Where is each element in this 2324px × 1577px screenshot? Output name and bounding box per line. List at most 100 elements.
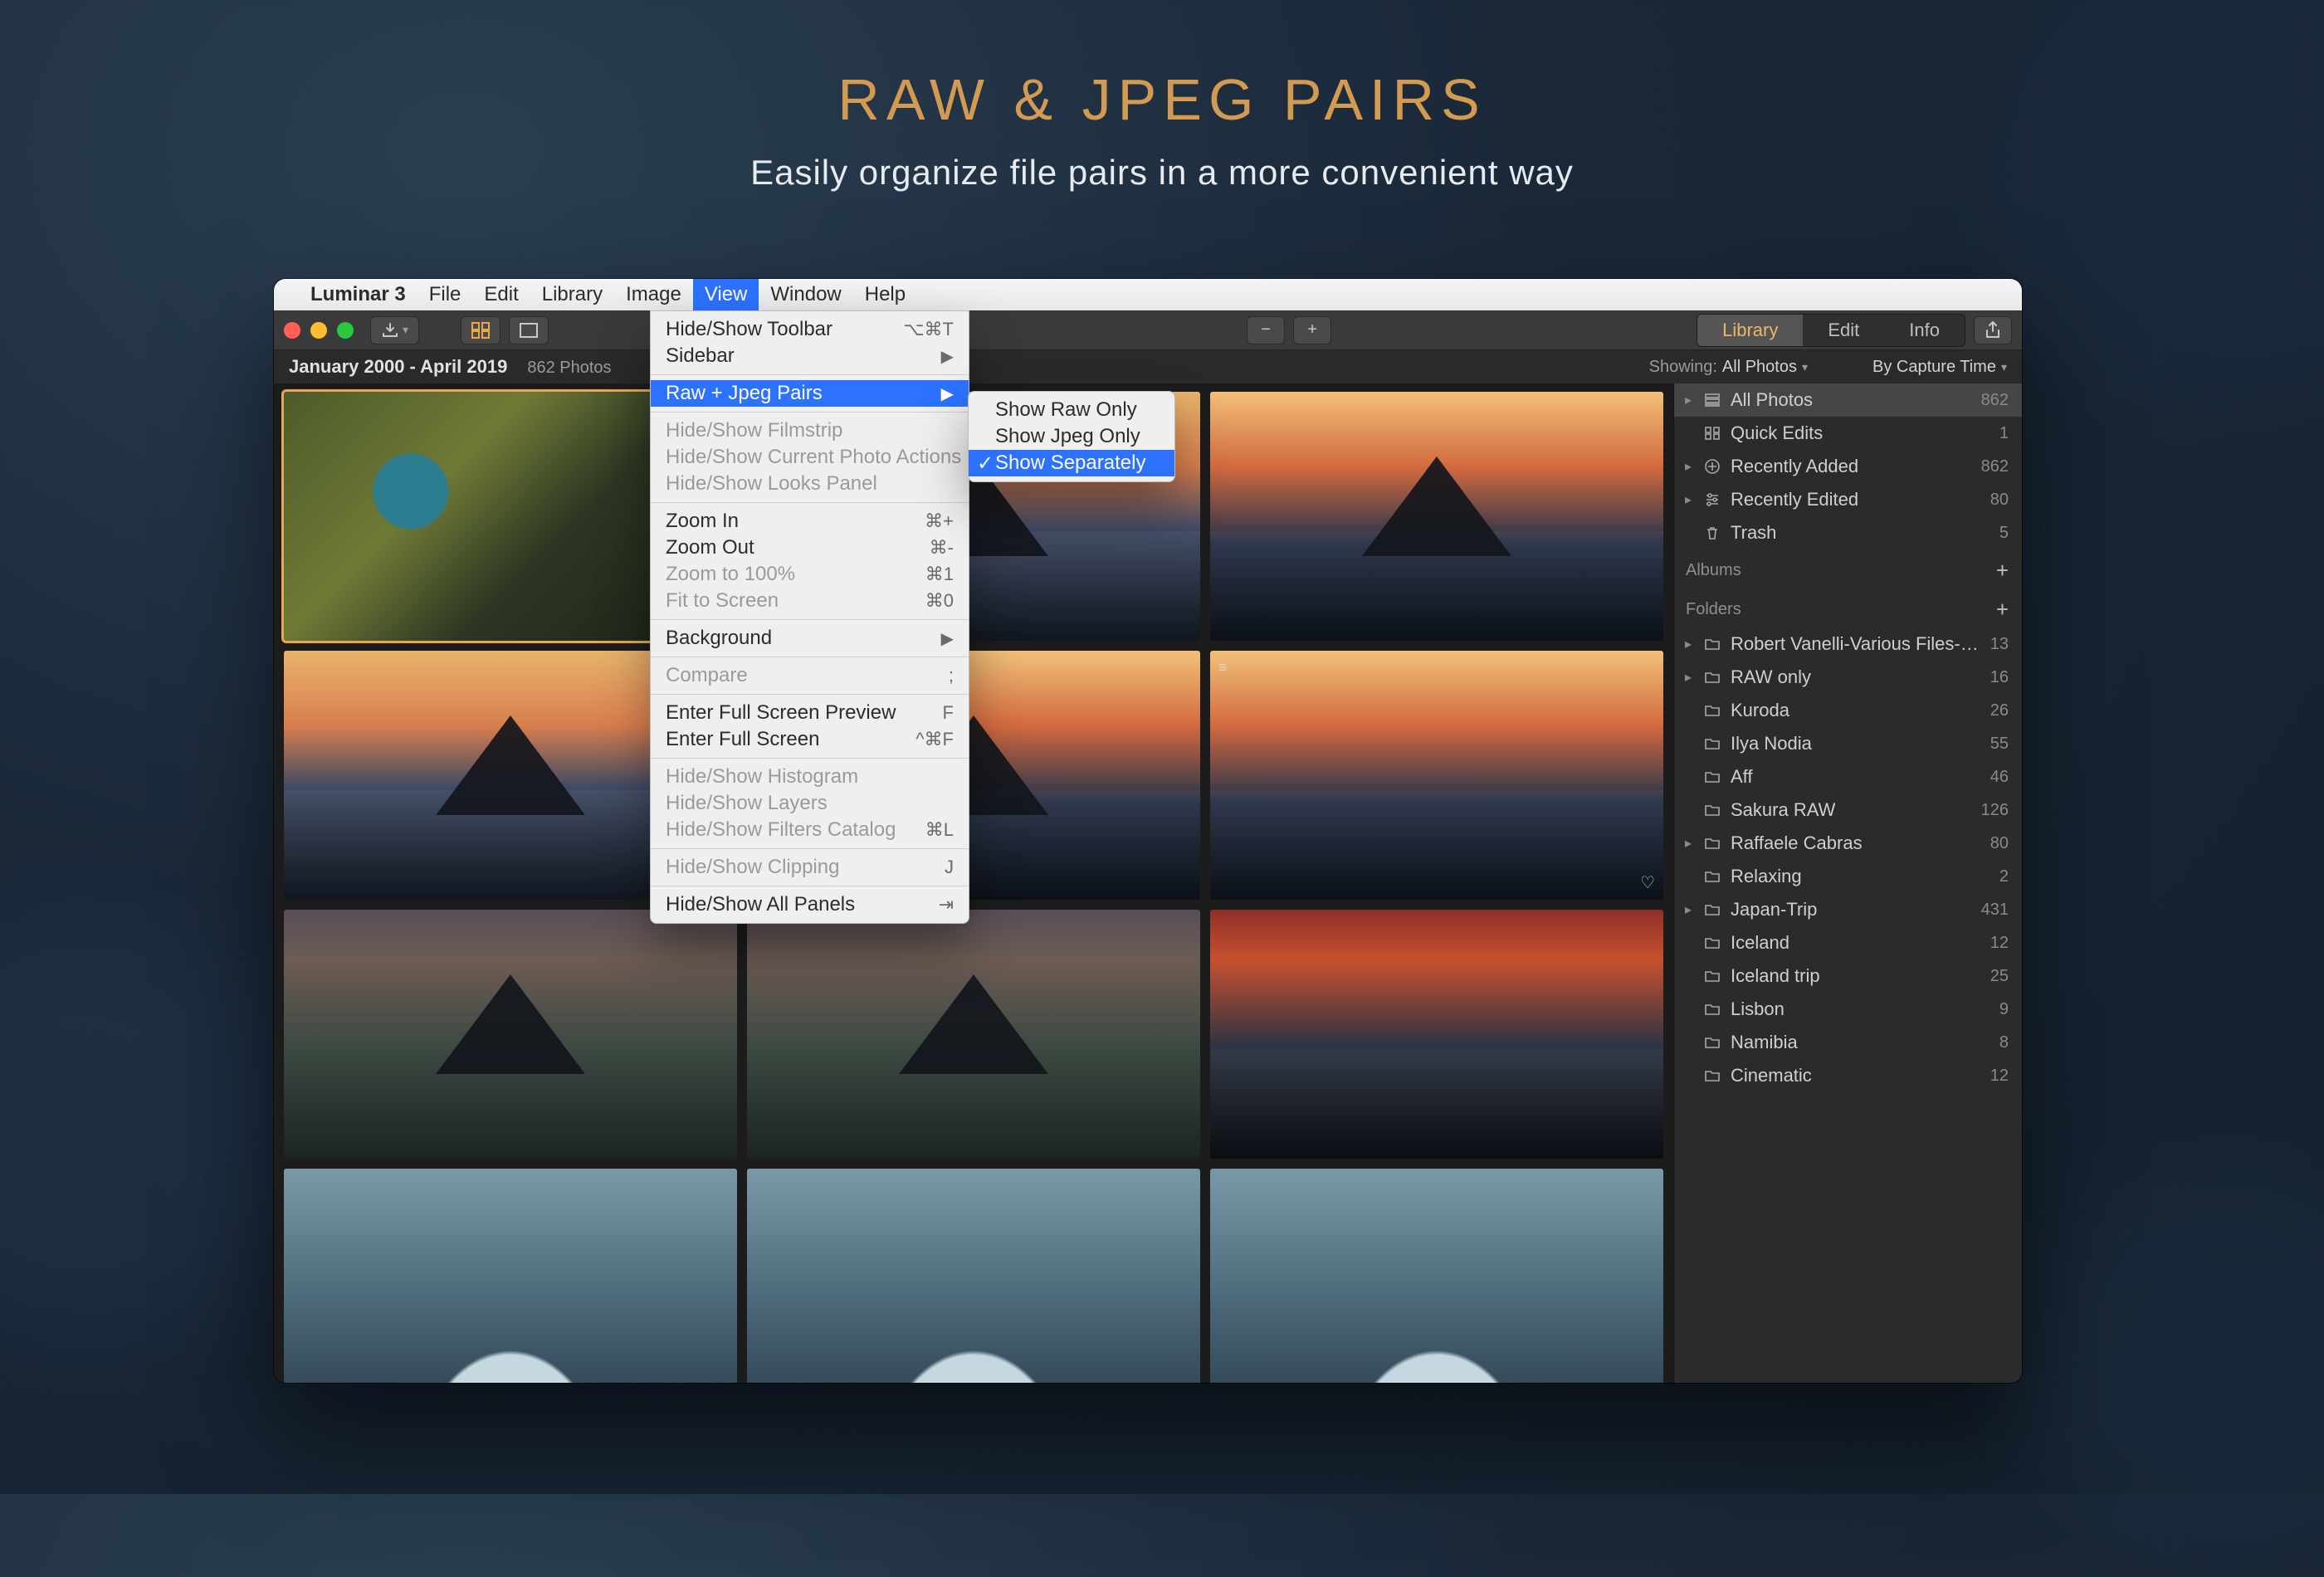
sidebar-item-namibia[interactable]: Namibia8 <box>1674 1026 2022 1059</box>
view-menu-dropdown: Hide/Show Toolbar⌥⌘TSidebar▶ Raw + Jpeg P… <box>650 310 969 924</box>
disclosure-icon[interactable]: ▸ <box>1681 901 1696 918</box>
photo-gallery: ≡≡♡ <box>274 383 1673 1383</box>
context-bar: January 2000 - April 2019 862 Photos Sho… <box>274 350 2022 383</box>
date-range: January 2000 - April 2019 <box>289 356 507 378</box>
menu-item-hide-show-filters-catalog: Hide/Show Filters Catalog⌘L <box>651 817 969 843</box>
menu-item-zoom-in[interactable]: Zoom In⌘+ <box>651 508 969 535</box>
menu-item-zoom-to-100-: Zoom to 100%⌘1 <box>651 561 969 588</box>
sort-dropdown[interactable]: By Capture Time ▾ <box>1872 358 2007 377</box>
menu-item-enter-full-screen-preview[interactable]: Enter Full Screen PreviewF <box>651 700 969 726</box>
menu-item-label: Zoom to 100% <box>666 563 795 586</box>
tab-info[interactable]: Info <box>1884 315 1965 346</box>
menu-item-compare: Compare; <box>651 662 969 689</box>
heart-icon[interactable]: ♡ <box>1640 872 1655 893</box>
sidebar-item-count: 80 <box>1990 834 2009 853</box>
close-window-button[interactable] <box>284 322 300 339</box>
sidebar-item-kuroda[interactable]: Kuroda26 <box>1674 694 2022 727</box>
submenu-item-show-separately[interactable]: ✓Show Separately <box>969 450 1174 476</box>
plus-icon[interactable]: + <box>1996 597 2009 622</box>
photo-thumbnail[interactable] <box>1210 1169 1663 1383</box>
disclosure-icon[interactable]: ▸ <box>1681 835 1696 852</box>
sidebar-item-all-photos[interactable]: ▸All Photos862 <box>1674 383 2022 417</box>
folder-icon <box>1704 936 1722 950</box>
menu-file[interactable]: File <box>417 279 473 310</box>
single-view-button[interactable] <box>509 316 549 344</box>
menu-view[interactable]: View <box>693 279 759 310</box>
submenu-item-label: Show Raw Only <box>995 398 1137 422</box>
photo-thumbnail[interactable]: ≡♡ <box>1210 651 1663 900</box>
photo-thumbnail[interactable] <box>747 910 1200 1159</box>
menu-item-hide-show-all-panels[interactable]: Hide/Show All Panels⇥ <box>651 891 969 918</box>
sidebar-section-folders[interactable]: Folders + <box>1674 588 2022 627</box>
zoom-window-button[interactable] <box>337 322 354 339</box>
menu-item-hide-show-toolbar[interactable]: Hide/Show Toolbar⌥⌘T <box>651 316 969 343</box>
menu-window[interactable]: Window <box>759 279 852 310</box>
menu-image[interactable]: Image <box>614 279 693 310</box>
sidebar-item-recently-added[interactable]: ▸Recently Added862 <box>1674 450 2022 483</box>
sidebar-item-raw-only[interactable]: ▸RAW only16 <box>1674 661 2022 694</box>
sidebar-item-label: RAW only <box>1731 666 1982 688</box>
sidebar-item-quick-edits[interactable]: Quick Edits1 <box>1674 417 2022 450</box>
submenu-item-show-jpeg-only[interactable]: Show Jpeg Only <box>969 423 1174 450</box>
toolbar-plus-button[interactable]: + <box>1293 316 1331 344</box>
sidebar-item-count: 25 <box>1990 967 2009 986</box>
app-name[interactable]: Luminar 3 <box>299 279 417 311</box>
folder-icon <box>1704 704 1722 717</box>
menubar: Luminar 3 FileEditLibraryImageViewWindow… <box>274 279 2022 310</box>
menu-item-label: Hide/Show Filters Catalog <box>666 818 896 842</box>
menu-item-enter-full-screen[interactable]: Enter Full Screen^⌘F <box>651 726 969 753</box>
photo-thumbnail[interactable] <box>747 1169 1200 1383</box>
menu-item-zoom-out[interactable]: Zoom Out⌘- <box>651 535 969 561</box>
sidebar-item-lisbon[interactable]: Lisbon9 <box>1674 993 2022 1026</box>
photo-thumbnail[interactable] <box>1210 392 1663 641</box>
sidebar-item-robert-vanelli-various-files-out-[interactable]: ▸Robert Vanelli-Various Files-Out…13 <box>1674 627 2022 661</box>
submenu-item-label: Show Separately <box>995 452 1145 475</box>
disclosure-icon[interactable]: ▸ <box>1681 491 1696 508</box>
menu-edit[interactable]: Edit <box>472 279 530 310</box>
menu-item-background[interactable]: Background▶ <box>651 625 969 652</box>
sidebar-item-label: Trash <box>1731 522 1991 544</box>
menu-item-hide-show-clipping: Hide/Show ClippingJ <box>651 854 969 881</box>
disclosure-icon[interactable]: ▸ <box>1681 636 1696 652</box>
showing-filter[interactable]: Showing: All Photos ▾ <box>1649 358 1808 377</box>
menu-item-label: Enter Full Screen <box>666 728 819 751</box>
sidebar-item-label: Aff <box>1731 766 1982 788</box>
sidebar-item-recently-edited[interactable]: ▸Recently Edited80 <box>1674 483 2022 516</box>
disclosure-icon[interactable]: ▸ <box>1681 458 1696 475</box>
sidebar-item-trash[interactable]: Trash5 <box>1674 516 2022 549</box>
menu-help[interactable]: Help <box>853 279 917 310</box>
sidebar-item-iceland[interactable]: Iceland12 <box>1674 926 2022 959</box>
toolbar-minus-button[interactable]: − <box>1247 316 1285 344</box>
sidebar-item-japan-trip[interactable]: ▸Japan-Trip431 <box>1674 893 2022 926</box>
sidebar-item-iceland-trip[interactable]: Iceland trip25 <box>1674 959 2022 993</box>
edited-icon: ≡ <box>1218 659 1228 676</box>
photo-thumbnail[interactable] <box>284 1169 737 1383</box>
sidebar-item-raffaele-cabras[interactable]: ▸Raffaele Cabras80 <box>1674 827 2022 860</box>
minimize-window-button[interactable] <box>310 322 327 339</box>
sidebar-item-count: 13 <box>1990 635 2009 654</box>
sidebar-item-aff[interactable]: Aff46 <box>1674 760 2022 793</box>
menu-item-raw-jpeg-pairs[interactable]: Raw + Jpeg Pairs▶ <box>651 380 969 407</box>
plus-icon[interactable]: + <box>1996 558 2009 583</box>
sidebar-item-ilya-nodia[interactable]: Ilya Nodia55 <box>1674 727 2022 760</box>
menu-item-label: Fit to Screen <box>666 589 779 613</box>
menu-library[interactable]: Library <box>530 279 614 310</box>
photo-thumbnail[interactable] <box>284 910 737 1159</box>
sidebar-item-count: 9 <box>1999 1000 2009 1019</box>
share-button[interactable] <box>1974 316 2012 344</box>
disclosure-icon[interactable]: ▸ <box>1681 392 1696 408</box>
grid-view-button[interactable] <box>461 316 500 344</box>
sidebar-item-relaxing[interactable]: Relaxing2 <box>1674 860 2022 893</box>
sidebar-section-albums[interactable]: Albums + <box>1674 549 2022 588</box>
import-button[interactable]: ▾ <box>370 316 419 344</box>
menu-item-sidebar[interactable]: Sidebar▶ <box>651 343 969 369</box>
menu-item-label: Compare <box>666 664 748 687</box>
photo-thumbnail[interactable] <box>1210 910 1663 1159</box>
sidebar-item-label: Cinematic <box>1731 1065 1982 1086</box>
tab-edit[interactable]: Edit <box>1803 315 1884 346</box>
sidebar-item-cinematic[interactable]: Cinematic12 <box>1674 1059 2022 1092</box>
disclosure-icon[interactable]: ▸ <box>1681 669 1696 686</box>
sidebar-item-sakura-raw[interactable]: Sakura RAW126 <box>1674 793 2022 827</box>
tab-library[interactable]: Library <box>1697 315 1803 346</box>
submenu-item-show-raw-only[interactable]: Show Raw Only <box>969 397 1174 423</box>
